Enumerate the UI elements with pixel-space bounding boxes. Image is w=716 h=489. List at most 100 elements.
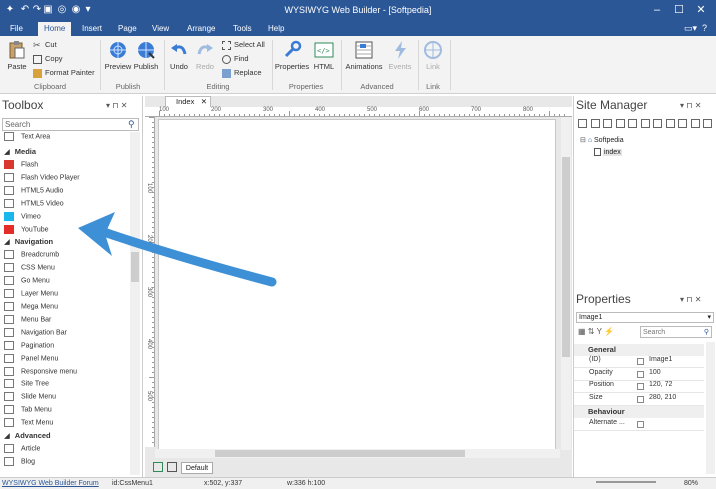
properties-scrollbar[interactable]	[706, 342, 715, 474]
property-checkbox[interactable]	[637, 370, 644, 378]
tree-root[interactable]: ⊟ ⌂ Softpedia	[580, 136, 624, 144]
canvas-horizontal-scrollbar[interactable]	[155, 449, 560, 458]
site-manager-tool-icon[interactable]	[678, 119, 687, 128]
toolbox-item[interactable]: Blog	[4, 456, 35, 469]
properties-search-input[interactable]: Search ⚲	[640, 326, 712, 338]
property-checkbox[interactable]	[637, 395, 644, 403]
animations-button[interactable]: Animations	[344, 40, 384, 71]
close-tab-icon[interactable]: ✕	[201, 97, 207, 107]
toolbox-item[interactable]: Flash Video Player	[4, 172, 80, 185]
toolbox-item[interactable]: Navigation Bar	[4, 327, 67, 340]
tab-arrange[interactable]: Arrange	[181, 22, 221, 36]
property-row[interactable]: Position 120, 72	[574, 381, 704, 393]
tab-view[interactable]: View	[146, 22, 175, 36]
toolbox-search-input[interactable]: Search	[2, 118, 139, 131]
toolbox-item[interactable]: Site Tree	[4, 379, 49, 391]
toolbox-item[interactable]: HTML5 Video	[4, 198, 64, 211]
toolbox-item[interactable]: Vimeo	[4, 211, 41, 224]
property-row[interactable]: Size 280, 210	[574, 394, 704, 406]
design-canvas[interactable]	[158, 119, 556, 450]
site-manager-tool-icon[interactable]	[615, 119, 625, 128]
tab-tools[interactable]: Tools	[227, 22, 258, 36]
site-manager-tool-icon[interactable]	[665, 119, 675, 128]
property-value[interactable]: Image1	[649, 356, 672, 363]
toolbox-item[interactable]: Article	[4, 444, 40, 456]
toolbox-item[interactable]: YouTube	[4, 224, 49, 237]
redo-button[interactable]: Redo	[193, 40, 217, 71]
properties-category-behaviour[interactable]: Behaviour	[574, 406, 704, 418]
close-button[interactable]: ✕	[690, 2, 712, 18]
preview-button[interactable]: Preview	[104, 40, 132, 71]
site-manager-tool-icon[interactable]	[590, 119, 600, 128]
property-row[interactable]: (ID) Image1	[574, 356, 704, 368]
copy-button[interactable]: Copy	[33, 54, 63, 64]
page-list-icon[interactable]	[167, 462, 177, 472]
find-button[interactable]: Find	[222, 54, 249, 64]
site-manager-tool-icon[interactable]	[703, 119, 712, 128]
site-manager-tool-icon[interactable]	[653, 119, 662, 128]
properties-button[interactable]: Properties	[274, 40, 310, 71]
toolbox-category[interactable]: ◢ Advanced	[4, 431, 51, 443]
add-page-icon[interactable]	[153, 462, 163, 472]
toolbox-item[interactable]: Mega Menu	[4, 302, 58, 314]
property-value[interactable]: 280, 210	[649, 394, 676, 401]
property-checkbox[interactable]	[637, 383, 644, 390]
replace-button[interactable]: Replace	[222, 68, 262, 78]
property-row[interactable]: Alternate ...	[574, 419, 704, 431]
tab-file[interactable]: File	[4, 22, 29, 36]
toolbox-pane-buttons[interactable]: ▾ ⊓ ✕	[106, 101, 127, 110]
toolbox-scrollbar[interactable]	[130, 132, 140, 475]
html-button[interactable]: </> HTML	[311, 40, 337, 71]
minimize-button[interactable]: –	[646, 2, 668, 18]
toolbox-category[interactable]: ◢ Navigation	[4, 237, 53, 249]
site-manager-tool-icon[interactable]	[628, 119, 637, 128]
tree-page-index[interactable]: index	[594, 148, 622, 156]
toolbox-item[interactable]: Menu Bar	[4, 314, 51, 327]
properties-toolbar[interactable]: ▦ ⇅ Y ⚡	[578, 327, 614, 336]
maximize-button[interactable]: ☐	[668, 2, 690, 18]
events-button[interactable]: Events	[385, 40, 415, 71]
property-value[interactable]: 120, 72	[649, 381, 672, 388]
canvas-vertical-scrollbar[interactable]	[561, 117, 571, 450]
toolbox-item[interactable]: Slide Menu	[4, 392, 56, 404]
toolbox-item[interactable]: HTML5 Audio	[4, 185, 63, 198]
property-checkbox[interactable]	[637, 358, 644, 365]
publish-button[interactable]: Publish	[132, 40, 160, 71]
options-icon[interactable]: ▭▾	[684, 23, 697, 34]
page-tab-default[interactable]: Default	[181, 462, 213, 474]
toolbox-item[interactable]: Flash	[4, 160, 38, 172]
toolbox-item[interactable]: Panel Menu	[4, 353, 58, 366]
help-icon[interactable]: ?	[702, 23, 707, 33]
property-row[interactable]: Opacity 100	[574, 369, 704, 381]
site-manager-tool-icon[interactable]	[640, 119, 650, 128]
toolbox-item[interactable]: Breadcrumb	[4, 250, 59, 262]
toolbox-item[interactable]: Text Menu	[4, 418, 53, 430]
properties-pane-buttons[interactable]: ▾ ⊓ ✕	[680, 295, 701, 304]
site-manager-pane-buttons[interactable]: ▾ ⊓ ✕	[680, 101, 701, 110]
toolbox-item[interactable]: Tab Menu	[4, 405, 52, 417]
select-all-button[interactable]: Select All	[222, 40, 265, 50]
cut-button[interactable]: ✂ Cut	[33, 40, 57, 50]
toolbox-item[interactable]: Go Menu	[4, 276, 50, 288]
tab-page[interactable]: Page	[112, 22, 143, 36]
link-button[interactable]: Link	[420, 40, 446, 71]
toolbox-item[interactable]: CSS Menu	[4, 263, 55, 275]
toolbox-item[interactable]: Text Area	[4, 132, 50, 144]
format-painter-button[interactable]: Format Painter	[33, 68, 95, 78]
object-selector[interactable]: Image1 ▾	[576, 312, 714, 323]
toolbox-category[interactable]: ◢ Media	[4, 147, 36, 159]
zoom-slider[interactable]	[596, 481, 656, 483]
tab-help[interactable]: Help	[262, 22, 290, 36]
toolbox-item[interactable]: Responsive menu	[4, 366, 77, 379]
toolbox-item[interactable]: Pagination	[4, 340, 54, 353]
tab-index[interactable]: Index ✕	[165, 96, 211, 107]
toolbox-item[interactable]: Layer Menu	[4, 289, 58, 301]
site-manager-tool-icon[interactable]	[603, 119, 612, 128]
properties-category-general[interactable]: General	[574, 344, 704, 356]
tab-insert[interactable]: Insert	[76, 22, 108, 36]
site-manager-tool-icon[interactable]	[690, 119, 700, 128]
undo-button[interactable]: Undo	[167, 40, 191, 71]
forum-link[interactable]: WYSIWYG Web Builder Forum	[2, 480, 99, 487]
paste-button[interactable]: Paste	[4, 40, 30, 71]
tab-home[interactable]: Home	[38, 22, 72, 36]
